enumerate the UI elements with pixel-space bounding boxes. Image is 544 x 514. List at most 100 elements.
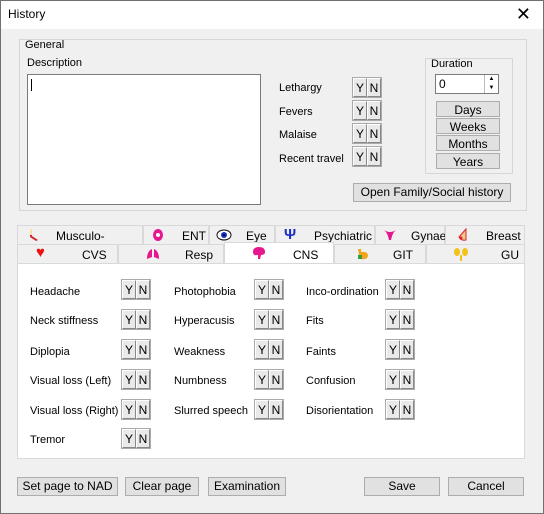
yes-button[interactable]: Y [386,370,400,389]
tab-label: Resp [185,248,214,262]
disorientation-label: Disorientation [306,405,374,417]
yes-button[interactable]: Y [386,280,400,299]
yes-button[interactable]: Y [255,310,269,329]
weakness-yn: YN [254,339,284,360]
yes-button[interactable]: Y [353,101,367,120]
tab-gu[interactable]: GU [426,244,525,264]
no-button[interactable]: N [400,400,414,419]
weeks-button[interactable]: Weeks [436,118,500,134]
fits-yn: YN [385,309,415,330]
save-button[interactable]: Save [364,477,440,496]
tab-musculo-skeletal[interactable]: Musculo-skeletal [17,225,143,257]
tab-cns[interactable]: CNS [224,242,334,264]
yes-button[interactable]: Y [122,280,136,299]
tab-label: Psychiatric [314,229,373,243]
yes-button[interactable]: Y [255,370,269,389]
yes-button[interactable]: Y [386,340,400,359]
no-button[interactable]: N [136,370,150,389]
window-title: History [8,7,46,21]
yes-button[interactable]: Y [353,124,367,143]
open-family-social-history-button[interactable]: Open Family/Social history [353,183,511,202]
no-button[interactable]: N [269,400,283,419]
eye-icon [216,229,232,241]
duration-label: Duration [431,58,473,70]
no-button[interactable]: N [136,310,150,329]
weakness-label: Weakness [174,346,226,358]
diplopia-yn: YN [121,339,151,360]
no-button[interactable]: N [269,310,283,329]
no-button[interactable]: N [400,340,414,359]
yes-button[interactable]: Y [122,429,136,448]
no-button[interactable]: N [136,400,150,419]
days-button[interactable]: Days [436,101,500,117]
no-button[interactable]: N [400,280,414,299]
spin-down-icon[interactable]: ▼ [485,84,498,93]
duration-spinner[interactable]: 0 ▲ ▼ [435,74,499,94]
tab-breast[interactable]: Breast [445,225,525,245]
set-page-to-nad-button[interactable]: Set page to NAD [17,477,118,496]
no-button[interactable]: N [136,280,150,299]
close-icon[interactable]: ✕ [516,3,531,25]
yes-button[interactable]: Y [353,147,367,166]
spin-up-icon[interactable]: ▲ [485,75,498,84]
headache-yn: YN [121,279,151,300]
yes-button[interactable]: Y [353,78,367,97]
yes-button[interactable]: Y [122,400,136,419]
no-button[interactable]: N [367,147,381,166]
uterus-icon [384,230,396,240]
yes-button[interactable]: Y [386,400,400,419]
no-button[interactable]: N [136,429,150,448]
tab-label: CVS [82,248,107,262]
no-button[interactable]: N [400,310,414,329]
hyperacusis-label: Hyperacusis [174,315,235,327]
no-button[interactable]: N [269,370,283,389]
yes-button[interactable]: Y [255,340,269,359]
no-button[interactable]: N [367,101,381,120]
recent-travel-yn: YN [352,146,382,167]
faints-label: Faints [306,346,336,358]
examination-button[interactable]: Examination [208,477,286,496]
hyperacusis-yn: YN [254,309,284,330]
yes-button[interactable]: Y [255,400,269,419]
inco-ordination-yn: YN [385,279,415,300]
tab-ent[interactable]: ENT [143,225,209,245]
tab-label: Gynae [411,229,447,243]
years-button[interactable]: Years [436,153,500,169]
months-button[interactable]: Months [436,135,500,151]
cancel-button[interactable]: Cancel [448,477,524,496]
yes-button[interactable]: Y [122,340,136,359]
description-label: Description [27,57,83,69]
tab-resp[interactable]: Resp [118,244,224,264]
confusion-label: Confusion [306,375,356,387]
no-button[interactable]: N [269,280,283,299]
malaise-yn: YN [352,123,382,144]
general-group-label: General [25,39,65,51]
text-caret [31,79,32,91]
yes-button[interactable]: Y [122,310,136,329]
clear-page-button[interactable]: Clear page [125,477,199,496]
disorientation-yn: YN [385,399,415,420]
no-button[interactable]: N [367,78,381,97]
yes-button[interactable]: Y [122,370,136,389]
symptom-label-recent-travel: Recent travel [279,153,344,165]
brain-icon [253,247,265,259]
tab-gynae[interactable]: Gynae [375,225,447,245]
tab-label: Breast [486,229,521,243]
yes-button[interactable]: Y [386,310,400,329]
numbness-yn: YN [254,369,284,390]
yes-button[interactable]: Y [255,280,269,299]
description-textarea[interactable] [27,74,261,205]
inco-ordination-label: Inco-ordination [306,286,379,298]
photophobia-yn: YN [254,279,284,300]
tab-cvs[interactable]: ♥ CVS [17,244,118,264]
headache-label: Headache [30,286,81,298]
faints-yn: YN [385,339,415,360]
no-button[interactable]: N [367,124,381,143]
no-button[interactable]: N [400,370,414,389]
tab-git[interactable]: GIT [334,244,426,264]
no-button[interactable]: N [269,340,283,359]
breast-icon [458,228,467,241]
no-button[interactable]: N [136,340,150,359]
kidney-icon [454,248,468,261]
symptom-label-malaise: Malaise [279,129,317,141]
